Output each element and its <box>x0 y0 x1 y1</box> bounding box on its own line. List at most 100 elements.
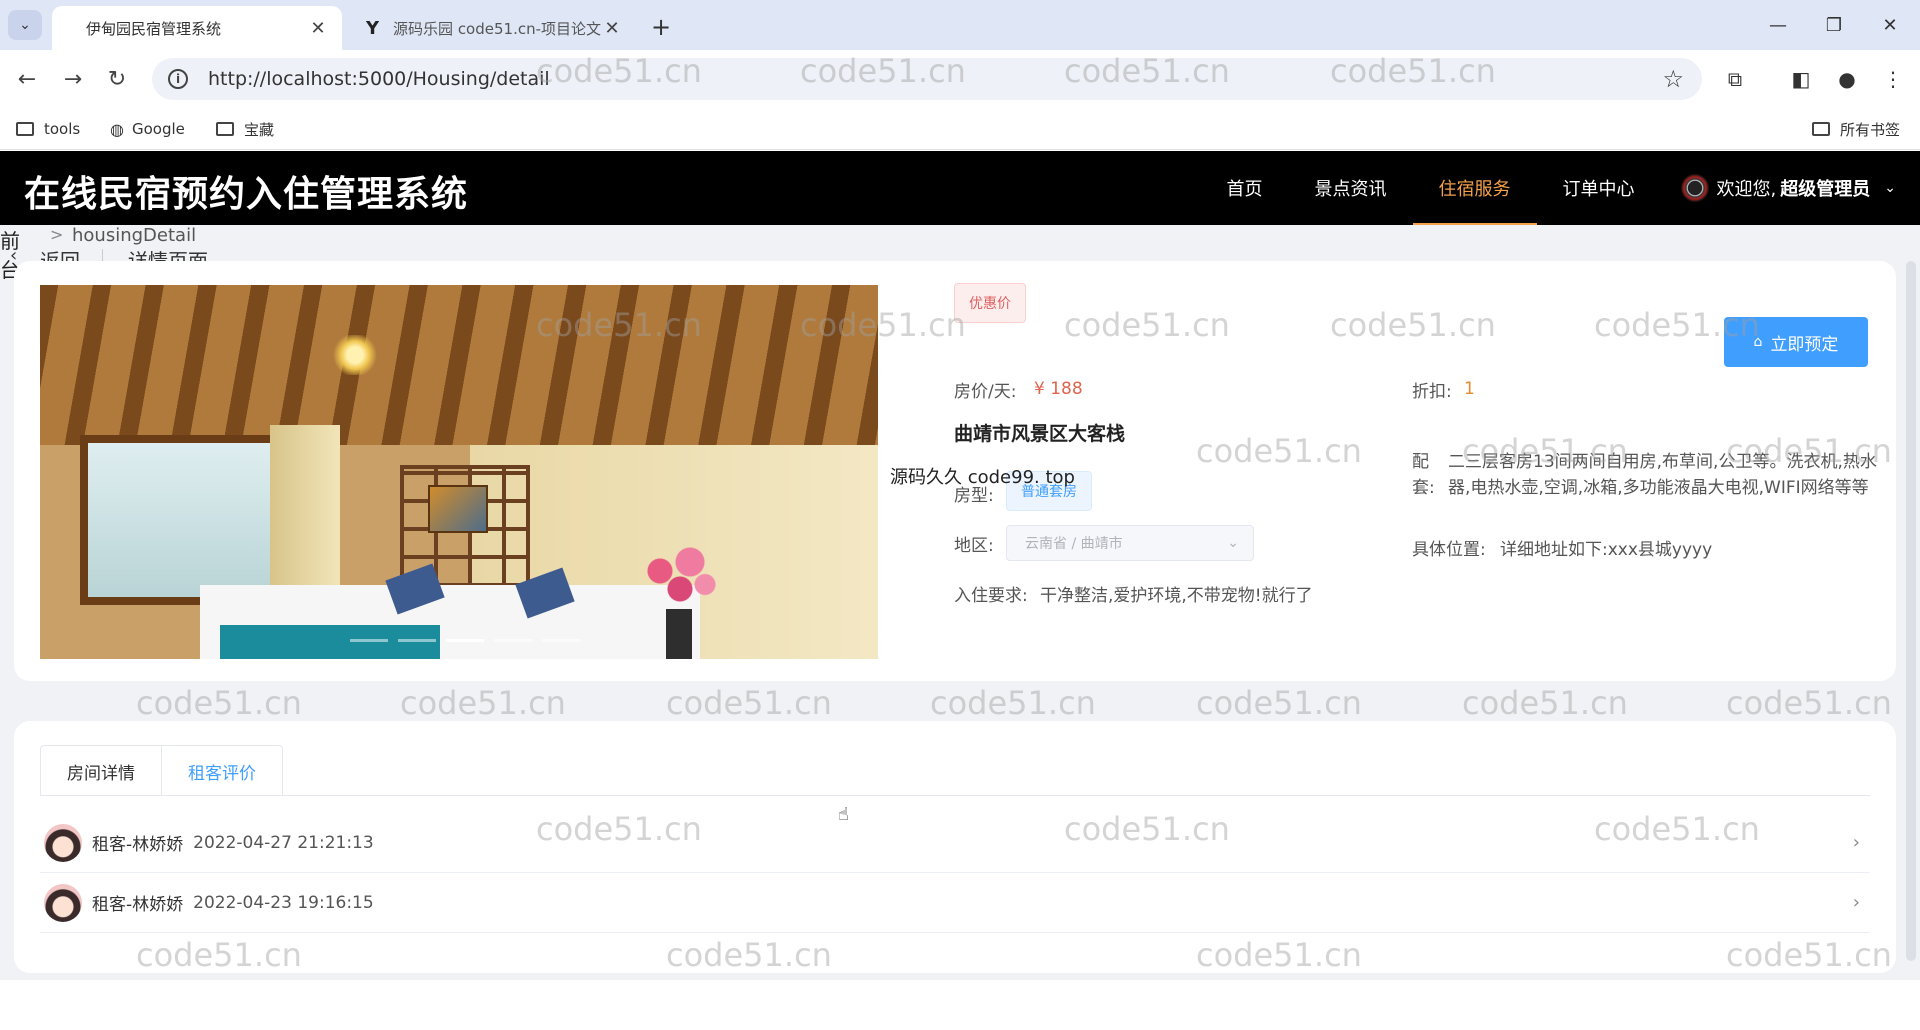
bookmark-label: tools <box>44 120 81 138</box>
tab-title: 伊甸园民宿管理系统 <box>86 19 222 38</box>
folder-icon <box>16 122 34 136</box>
nav-home[interactable]: 首页 <box>1201 151 1289 225</box>
avatar <box>44 883 82 922</box>
user-name: 超级管理员 <box>1780 179 1871 200</box>
browser-tab-active[interactable]: 伊甸园民宿管理系统 ✕ <box>52 6 342 50</box>
site-title: 在线民宿预约入住管理系统 <box>24 174 469 215</box>
close-window-icon[interactable]: ✕ <box>1870 10 1910 40</box>
carousel-indicators <box>350 639 580 642</box>
menu-dots-icon[interactable]: ⋮ <box>1878 64 1908 94</box>
browser-tab[interactable]: Y 源码乐园 code51.cn-项目论文 ✕ <box>346 6 636 50</box>
review-item[interactable]: 租客-林娇娇 2022-04-27 21:21:13 › <box>40 813 1870 873</box>
carousel-dot[interactable] <box>398 639 436 642</box>
close-icon[interactable]: ✕ <box>308 18 328 39</box>
carousel-dot[interactable] <box>350 639 388 642</box>
back-arrow-icon[interactable]: ‹ <box>10 245 17 266</box>
forward-arrow-icon[interactable]: → <box>56 62 90 96</box>
new-tab-button[interactable]: + <box>646 12 676 42</box>
photo-vase <box>666 609 692 659</box>
photo-painting <box>428 485 488 533</box>
page-scrollbar[interactable] <box>1906 261 1916 961</box>
review-item[interactable]: 租客-林娇娇 2022-04-23 19:16:15 › <box>40 873 1870 933</box>
price-label: 房价/天: <box>954 382 1017 402</box>
chevron-right-icon[interactable]: › <box>1853 892 1860 913</box>
profile-icon[interactable]: ● <box>1832 64 1862 94</box>
region-value: 云南省 / 曲靖市 <box>1025 536 1123 552</box>
tabs-divider <box>40 795 1870 796</box>
favicon-icon: Y <box>366 17 380 39</box>
photo-window <box>80 435 280 605</box>
user-menu[interactable]: 欢迎您, 超级管理员 ⌄ <box>1661 151 1920 225</box>
welcome-text: 欢迎您, <box>1716 179 1777 200</box>
reload-icon[interactable]: ↻ <box>100 62 134 96</box>
amenities-label: 配套: <box>1412 452 1435 498</box>
url-text[interactable]: http://localhost:5000/Housing/detail <box>208 68 550 90</box>
sidebar-icon[interactable]: ◧ <box>1786 64 1816 94</box>
room-photo-carousel[interactable] <box>40 285 878 659</box>
nav-lodging[interactable]: 住宿服务 <box>1412 151 1537 225</box>
bookmark-google[interactable]: ◍ Google <box>110 116 185 142</box>
all-bookmarks-label: 所有书签 <box>1840 120 1901 139</box>
home-icon: ⌂ <box>1753 334 1763 350</box>
review-time: 2022-04-23 19:16:15 <box>193 892 374 913</box>
book-now-label: 立即预定 <box>1770 334 1839 355</box>
photo-ceiling <box>40 285 878 445</box>
carousel-dot-active[interactable] <box>446 639 484 642</box>
photo-bed-runner <box>220 625 440 659</box>
globe-icon: ◍ <box>110 119 124 139</box>
address-bar[interactable]: i http://localhost:5000/Housing/detail ☆ <box>152 58 1702 100</box>
discount-value: 1 <box>1464 379 1475 399</box>
bookmark-label: 宝藏 <box>244 120 275 139</box>
star-icon[interactable]: ☆ <box>1662 65 1684 93</box>
carousel-dot[interactable] <box>494 639 532 642</box>
location-value: 详细地址如下:xxx县城yyyy <box>1500 540 1713 560</box>
site-header: 在线民宿预约入住管理系统 首页 景点资讯 住宿服务 订单中心 欢迎您, 超级管理… <box>0 151 1920 225</box>
chevron-down-icon: ⌄ <box>19 17 31 33</box>
close-icon[interactable]: ✕ <box>602 18 622 39</box>
bookmark-treasure[interactable]: 宝藏 <box>216 116 274 142</box>
detail-card: 优惠价 ⌂ 立即预定 房价/天: ¥ 188 折扣: 1 曲靖市风景区大客栈 房… <box>14 261 1896 681</box>
bookmark-label: Google <box>131 120 185 138</box>
tab-title: 源码乐园 code51.cn-项目论文 <box>393 19 602 38</box>
nav-attractions[interactable]: 景点资讯 <box>1289 151 1413 225</box>
bookmark-tools[interactable]: tools <box>16 116 80 142</box>
price-value: ¥ 188 <box>1034 379 1083 399</box>
folder-icon <box>216 122 234 136</box>
detail-tabs: 房间详情 租客评价 <box>40 745 283 796</box>
reviews-card: 房间详情 租客评价 租客-林娇娇 2022-04-27 21:21:13 › 租… <box>14 721 1896 973</box>
carousel-dot[interactable] <box>542 639 580 642</box>
folder-icon <box>1812 122 1830 136</box>
browser-tabstrip: ⌄ 伊甸园民宿管理系统 ✕ Y 源码乐园 code51.cn-项目论文 ✕ + … <box>0 0 1920 50</box>
tab-room-details[interactable]: 房间详情 <box>41 746 162 796</box>
region-select: 云南省 / 曲靖市 ⌄ <box>1006 525 1254 561</box>
minimize-icon[interactable]: — <box>1758 10 1798 40</box>
avatar <box>44 823 82 862</box>
browser-toolbar: ← → ↻ i http://localhost:5000/Housing/de… <box>0 50 1920 108</box>
discount-tag: 优惠价 <box>954 283 1026 323</box>
chevron-down-icon: ⌄ <box>1227 535 1239 551</box>
back-arrow-icon[interactable]: ← <box>10 62 44 96</box>
hotel-name: 曲靖市风景区大客栈 <box>954 423 1126 445</box>
chevron-right-icon[interactable]: › <box>1853 832 1860 853</box>
info-icon[interactable]: i <box>168 69 188 89</box>
avatar <box>1680 174 1709 202</box>
review-time: 2022-04-27 21:21:13 <box>193 832 374 853</box>
requirement-value: 干净整洁,爱护环境,不带宠物!就行了 <box>1040 586 1313 606</box>
requirement-label: 入住要求: <box>954 586 1028 606</box>
book-now-button[interactable]: ⌂ 立即预定 <box>1724 317 1868 367</box>
region-label: 地区: <box>954 536 994 556</box>
chevron-down-icon: ⌄ <box>1884 180 1896 196</box>
tab-reviews[interactable]: 租客评价 <box>162 746 282 796</box>
page-body: 前台 > housingDetail ‹ 返回 详情页面 <box>0 225 1920 980</box>
review-user: 租客-林娇娇 <box>92 895 184 915</box>
all-bookmarks[interactable]: 所有书签 <box>1812 116 1900 142</box>
nav-orders[interactable]: 订单中心 <box>1537 151 1661 225</box>
overlay-watermark-text: 源码久久 code99. top <box>890 467 1075 488</box>
review-user: 租客-林娇娇 <box>92 835 184 855</box>
main-nav: 首页 景点资讯 住宿服务 订单中心 欢迎您, 超级管理员 ⌄ <box>1201 151 1920 225</box>
bookmarks-bar: tools ◍ Google 宝藏 所有书签 <box>0 108 1920 150</box>
extensions-icon[interactable]: ⧉ <box>1720 64 1750 94</box>
restore-icon[interactable]: ❐ <box>1814 10 1854 40</box>
tab-search-button[interactable]: ⌄ <box>8 10 42 40</box>
photo-lamp <box>330 335 380 375</box>
